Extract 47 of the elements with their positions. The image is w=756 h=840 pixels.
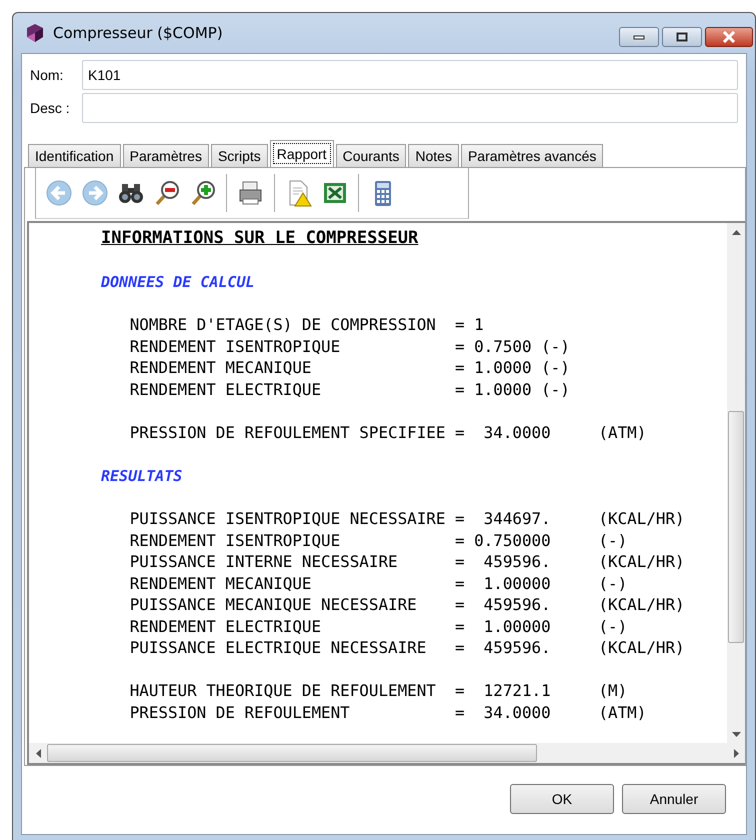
input-field[interactable]: K101	[82, 60, 738, 90]
report-line: PRESSION DE REFOULEMENT SPECIFIEE = 34.0000 (ATM)	[128, 422, 648, 443]
report-line: PUISSANCE ELECTRIQUE NECESSAIRE = 459596. (KCAL/HR)	[128, 637, 686, 658]
tab[interactable]: Identification	[28, 144, 121, 167]
cube-icon	[25, 23, 45, 43]
field-label: Nom:	[30, 67, 64, 83]
scroll-thumb[interactable]	[728, 411, 744, 643]
report-line: RENDEMENT ELECTRIQUE = 1.0000 (-)	[128, 378, 571, 400]
close-icon	[722, 31, 736, 43]
report-line: RENDEMENT MECANIQUE = 1.0000 (-)	[128, 357, 571, 378]
tab[interactable]: Paramètres	[122, 144, 209, 167]
report-line: PUISSANCE INTERNE NECESSAIRE = 459596. (KCAL/HR)	[128, 551, 686, 572]
report-line: NOMBRE D'ETAGE(S) DE COMPRESSION = 1	[128, 314, 485, 336]
field-label: Desc :	[30, 100, 71, 116]
maximize-icon	[676, 32, 688, 42]
tab[interactable]: Rapport	[270, 140, 334, 167]
scroll-left-icon	[36, 748, 40, 758]
scroll-thumb[interactable]	[47, 744, 537, 762]
minimize-icon	[633, 34, 645, 40]
tab[interactable]: Notes	[408, 144, 459, 167]
report-line: RENDEMENT ELECTRIQUE = 1.00000 (-)	[128, 616, 628, 637]
minimize-button[interactable]	[619, 27, 659, 47]
report-line: PUISSANCE MECANIQUE NECESSAIRE = 459596. (KCAL/HR)	[128, 594, 686, 616]
input-field[interactable]	[82, 93, 738, 123]
report-line: PRESSION DE REFOULEMENT = 34.0000 (ATM)	[128, 702, 648, 723]
maximize-button[interactable]	[662, 27, 702, 47]
report-line: RENDEMENT ISENTROPIQUE = 0.750000 (-)	[128, 530, 628, 551]
scroll-right-icon	[734, 748, 738, 758]
tab[interactable]: Paramètres avancés	[460, 144, 604, 167]
vertical-scrollbar[interactable]	[727, 223, 745, 743]
report-line: RENDEMENT ISENTROPIQUE = 0.7500 (-)	[128, 336, 571, 357]
tab[interactable]: Scripts	[210, 144, 268, 167]
tab[interactable]: Courants	[336, 144, 406, 167]
close-button[interactable]	[705, 27, 753, 47]
horizontal-scrollbar[interactable]	[29, 743, 745, 763]
scroll-down-icon	[732, 732, 740, 736]
dialog-button[interactable]: OK	[510, 784, 614, 814]
dialog-button[interactable]: Annuler	[622, 784, 726, 814]
window-title: Compresseur ($COMP)	[53, 24, 223, 42]
printer-icon	[236, 179, 264, 207]
section-heading: RESULTATS	[101, 466, 184, 486]
report-heading: INFORMATIONS SUR LE COMPRESSEUR	[101, 227, 420, 249]
report-line: HAUTEUR THEORIQUE DE REFOULEMENT = 12721.1 (M)	[128, 680, 628, 702]
report-line: PUISSANCE ISENTROPIQUE NECESSAIRE = 344697. (KCAL/HR)	[128, 508, 686, 530]
scroll-up-icon	[732, 230, 740, 234]
section-heading: DONNEES DE CALCUL	[101, 272, 256, 292]
report-line: RENDEMENT MECANIQUE = 1.00000 (-)	[128, 572, 628, 594]
